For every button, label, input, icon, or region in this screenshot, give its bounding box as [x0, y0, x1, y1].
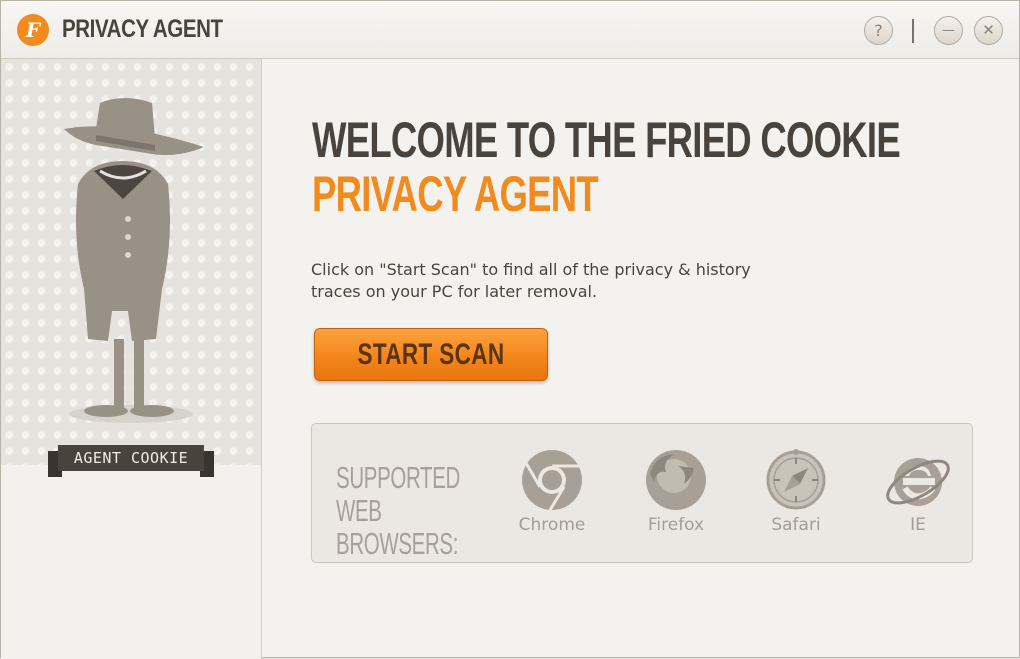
agent-name-label: AGENT COOKIE: [58, 445, 204, 471]
supported-label-line1: SUPPORTED: [336, 460, 460, 495]
help-button[interactable]: ?: [864, 16, 893, 45]
browser-name: Firefox: [647, 515, 705, 535]
browser-name: Chrome: [518, 515, 586, 535]
browser-name: IE: [910, 515, 926, 535]
firefox-icon: [646, 450, 706, 510]
browser-name: Safari: [771, 515, 821, 535]
close-button[interactable]: ✕: [974, 16, 1003, 45]
browser-safari: Safari: [746, 448, 846, 535]
title-bar[interactable]: F PRIVACY AGENT ? — ✕: [1, 1, 1019, 59]
browser-firefox: Firefox: [626, 448, 726, 535]
agent-name-ribbon: AGENT COOKIE: [48, 445, 214, 477]
minimize-button[interactable]: —: [934, 16, 963, 45]
sidebar: AGENT COOKIE: [1, 59, 262, 659]
fried-cookie-logo: F: [17, 14, 49, 46]
browser-chrome: Chrome: [502, 448, 602, 535]
ie-icon: [886, 458, 950, 506]
browser-ie: IE: [868, 448, 968, 535]
instructions-text: Click on "Start Scan" to find all of the…: [311, 260, 751, 301]
supported-browsers-panel: SUPPORTED WEB BROWSERS: Chrome Firefox S…: [311, 423, 973, 563]
supported-browsers-label: SUPPORTED WEB BROWSERS:: [336, 461, 481, 560]
app-title: PRIVACY AGENT: [62, 15, 223, 43]
agent-figure-illustration: [64, 98, 204, 423]
titlebar-divider: [912, 19, 914, 43]
supported-label-line2: WEB BROWSERS:: [336, 493, 459, 561]
start-scan-button[interactable]: START SCAN: [314, 328, 548, 381]
start-scan-label: START SCAN: [357, 338, 505, 371]
safari-icon: [766, 449, 826, 510]
chrome-icon: [522, 450, 582, 511]
app-window: F PRIVACY AGENT ? — ✕ AGENT COOKIE WELCO…: [0, 0, 1020, 659]
main-content: WELCOME TO THE FRIED COOKIE PRIVACY AGEN…: [262, 59, 1019, 657]
welcome-heading: WELCOME TO THE FRIED COOKIE: [312, 112, 901, 168]
product-name-heading: PRIVACY AGENT: [312, 166, 599, 222]
